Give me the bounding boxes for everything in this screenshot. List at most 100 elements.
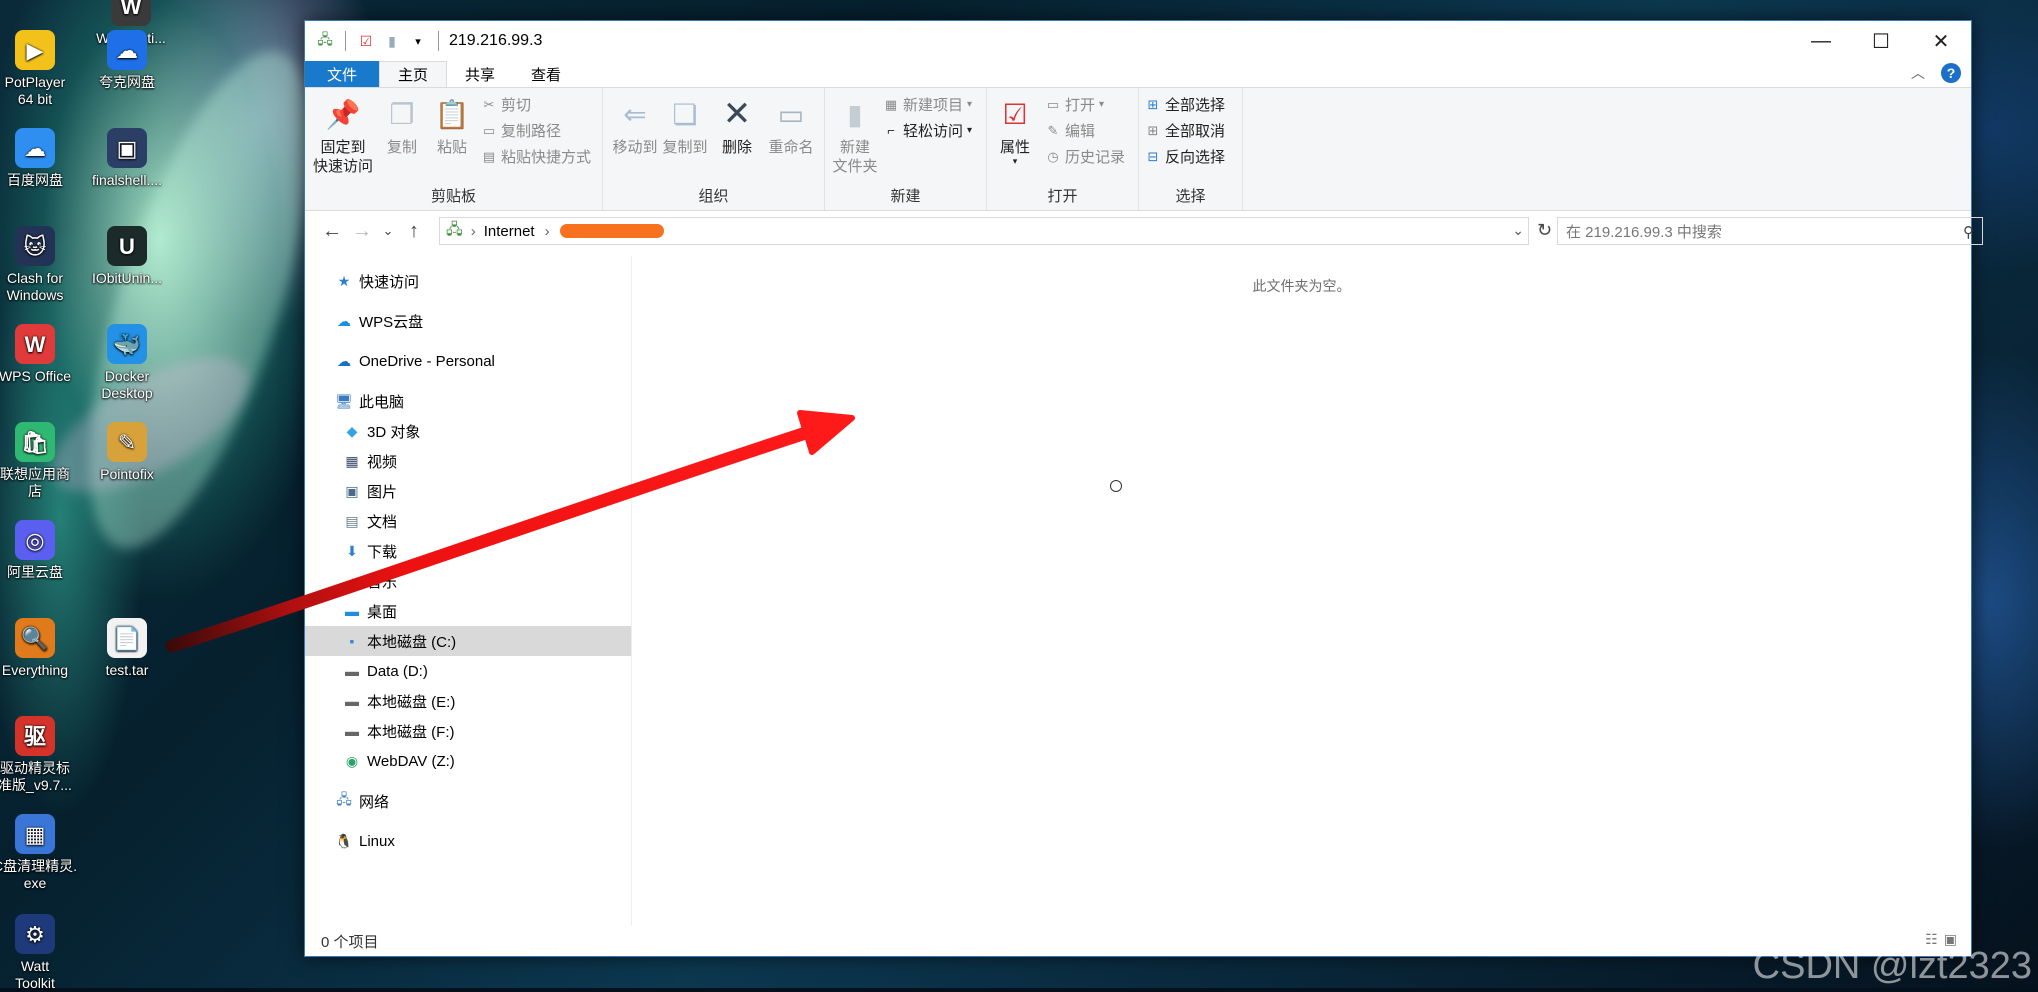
address-dropdown-chevron-icon[interactable]: ⌄ bbox=[1512, 222, 1524, 239]
desktop-icon[interactable]: 驱驱动精灵标 准版_v9.7... bbox=[0, 716, 80, 794]
nav-item[interactable]: ▣ 图片 bbox=[305, 476, 631, 506]
nav-item-label: WPS云盘 bbox=[359, 313, 424, 331]
rename-button[interactable]: ▭ 重命名 bbox=[763, 94, 819, 157]
desktop-icon[interactable]: ▶ PotPlayer 64 bit bbox=[0, 30, 80, 108]
desktop-icon[interactable]: ▣ finalshell.... bbox=[82, 128, 172, 189]
search-input[interactable]: 在 219.216.99.3 中搜索 ⚲ bbox=[1557, 217, 1983, 245]
history-button[interactable]: ◷ 历史记录 bbox=[1045, 146, 1125, 167]
breadcrumb-internet[interactable]: Internet bbox=[484, 223, 535, 240]
nav-item-icon: ★ bbox=[337, 272, 351, 289]
app-icon: W bbox=[15, 324, 55, 364]
recent-locations-chevron-icon[interactable]: ⌄ bbox=[377, 223, 399, 239]
up-arrow-icon[interactable]: ↑ bbox=[399, 220, 429, 243]
nav-item-icon: ◆ bbox=[346, 422, 358, 439]
tab-share[interactable]: 共享 bbox=[447, 61, 513, 87]
tab-view[interactable]: 查看 bbox=[513, 61, 579, 87]
empty-folder-message: 此文件夹为空。 bbox=[1252, 278, 1351, 294]
invert-selection-button[interactable]: ⊟ 反向选择 bbox=[1145, 146, 1225, 167]
properties-check-icon[interactable]: ☑ bbox=[356, 31, 376, 51]
nav-item[interactable]: ★ 快速访问 bbox=[305, 266, 631, 296]
properties-button[interactable]: ☑ 属性 ▾ bbox=[993, 94, 1037, 166]
nav-item-icon: ▬ bbox=[345, 603, 359, 619]
redacted-breadcrumb bbox=[559, 224, 664, 238]
nav-item[interactable]: ◉ WebDAV (Z:) bbox=[305, 746, 631, 776]
move-to-button[interactable]: ⇐ 移动到 bbox=[609, 94, 661, 157]
nav-item[interactable]: ⬇ 下载 bbox=[305, 536, 631, 566]
cut-button[interactable]: ✂ 剪切 bbox=[481, 94, 531, 115]
nav-item[interactable]: ♪ 音乐 bbox=[305, 566, 631, 596]
edit-button[interactable]: ✎ 编辑 bbox=[1045, 120, 1095, 141]
group-clipboard: 📌 固定到 快速访问 ❐ 复制 📋 粘贴 ✂ 剪切 ▭ 复制路径 ▤ 粘贴快捷方 bbox=[305, 88, 603, 210]
desktop-icon-label: 夸克网盘 bbox=[99, 74, 155, 90]
paste-shortcut-button[interactable]: ▤ 粘贴快捷方式 bbox=[481, 146, 591, 167]
nav-item-icon: ▬ bbox=[345, 693, 359, 709]
desktop-icon[interactable]: 🛍 联想应用商 店 bbox=[0, 422, 80, 500]
desktop-icon[interactable]: ✎ Pointofix bbox=[82, 422, 172, 483]
nav-item[interactable]: 🐧 Linux bbox=[305, 826, 631, 856]
desktop-icon[interactable]: ☁ 夸克网盘 bbox=[82, 30, 172, 91]
tab-home[interactable]: 主页 bbox=[379, 61, 448, 87]
nav-item[interactable]: 🖧 网络 bbox=[305, 786, 631, 816]
desktop-icon[interactable]: 🐳 Docker Desktop bbox=[82, 324, 172, 402]
nav-item[interactable]: ▤ 文档 bbox=[305, 506, 631, 536]
search-icon[interactable]: ⚲ bbox=[1963, 223, 1974, 241]
nav-item-icon: ▤ bbox=[345, 512, 359, 529]
delete-button[interactable]: ✕ 删除 bbox=[715, 94, 759, 157]
help-icon[interactable]: ? bbox=[1941, 63, 1961, 83]
pin-quick-access-button[interactable]: 📌 固定到 快速访问 bbox=[311, 94, 375, 176]
nav-item[interactable]: ◆ 3D 对象 bbox=[305, 416, 631, 446]
nav-item[interactable]: ▪ 本地磁盘 (C:) bbox=[305, 626, 631, 656]
nav-item[interactable]: ▬ 本地磁盘 (E:) bbox=[305, 686, 631, 716]
nav-item-icon: ▬ bbox=[345, 723, 359, 739]
forward-arrow-icon[interactable]: → bbox=[347, 220, 377, 243]
copy-to-button[interactable]: ❏ 复制到 bbox=[659, 94, 711, 157]
desktop-icon-label: Watt Toolkit bbox=[15, 958, 55, 991]
nav-item[interactable]: 🖥 此电脑 bbox=[305, 386, 631, 416]
nav-item-icon: ☁ bbox=[337, 352, 351, 369]
desktop-icon[interactable]: ▦ C盘清理精灵. exe bbox=[0, 814, 80, 892]
paste-button[interactable]: 📋 粘贴 bbox=[429, 94, 475, 157]
desktop-icon[interactable]: 🐱 Clash for Windows bbox=[0, 226, 80, 304]
app-icon: ▣ bbox=[107, 128, 147, 168]
desktop-icon[interactable]: U IObitUnin... bbox=[82, 226, 172, 287]
nav-item[interactable]: ▬ Data (D:) bbox=[305, 656, 631, 686]
new-folder-icon[interactable]: ▮ bbox=[382, 31, 402, 51]
app-icon: ▶ bbox=[15, 30, 55, 70]
chevron-down-icon: ▾ bbox=[967, 125, 973, 136]
open-button[interactable]: ▭ 打开 ▾ bbox=[1045, 94, 1104, 115]
collapse-ribbon-icon[interactable]: ︿ bbox=[1911, 63, 1925, 83]
separator bbox=[438, 31, 439, 51]
minimize-button[interactable]: — bbox=[1791, 21, 1851, 61]
new-item-button[interactable]: ▦ 新建项目 ▾ bbox=[883, 94, 972, 115]
desktop-icon[interactable]: 📄 test.tar bbox=[82, 618, 172, 679]
desktop-icon[interactable]: ◎ 阿里云盘 bbox=[0, 520, 80, 581]
easy-access-button[interactable]: ⌐ 轻松访问 ▾ bbox=[883, 120, 972, 141]
address-box[interactable]: 🖧 › Internet › ⌄ bbox=[439, 217, 1529, 245]
nav-item[interactable]: ▦ 视频 bbox=[305, 446, 631, 476]
chevron-down-icon: ▾ bbox=[967, 99, 973, 110]
select-all-button[interactable]: ⊞ 全部选择 bbox=[1145, 94, 1225, 115]
desktop-icon[interactable]: ☁ 百度网盘 bbox=[0, 128, 80, 189]
new-folder-button[interactable]: ▮ 新建 文件夹 bbox=[829, 94, 881, 176]
copy-button[interactable]: ❐ 复制 bbox=[379, 94, 425, 157]
nav-item[interactable]: ☁ OneDrive - Personal bbox=[305, 346, 631, 376]
customize-qat-dropdown-icon[interactable]: ▾ bbox=[408, 31, 428, 51]
desktop-icon[interactable]: 🔍 Everything bbox=[0, 618, 80, 679]
copy-path-button[interactable]: ▭ 复制路径 bbox=[481, 120, 561, 141]
select-none-button[interactable]: ⊞ 全部取消 bbox=[1145, 120, 1225, 141]
file-list-area[interactable]: 此文件夹为空。 bbox=[632, 256, 1971, 926]
refresh-icon[interactable]: ↻ bbox=[1537, 220, 1552, 241]
tab-file[interactable]: 文件 bbox=[305, 61, 380, 87]
nav-item[interactable]: ▬ 本地磁盘 (F:) bbox=[305, 716, 631, 746]
group-organize: ⇐ 移动到 ❏ 复制到 ✕ 删除 ▭ 重命名 组织 bbox=[603, 88, 825, 210]
invert-selection-icon: ⊟ bbox=[1147, 148, 1159, 164]
desktop-icon[interactable]: ⚙ Watt Toolkit bbox=[0, 914, 80, 992]
app-icon: 驱 bbox=[15, 716, 55, 756]
nav-item[interactable]: ☁ WPS云盘 bbox=[305, 306, 631, 336]
close-button[interactable]: ✕ bbox=[1911, 21, 1971, 61]
maximize-button[interactable]: ☐ bbox=[1851, 21, 1911, 61]
nav-item[interactable]: ▬ 桌面 bbox=[305, 596, 631, 626]
desktop-icon[interactable]: W WPS Office bbox=[0, 324, 80, 385]
paste-label: 粘贴 bbox=[436, 139, 467, 156]
back-arrow-icon[interactable]: ← bbox=[317, 220, 347, 243]
